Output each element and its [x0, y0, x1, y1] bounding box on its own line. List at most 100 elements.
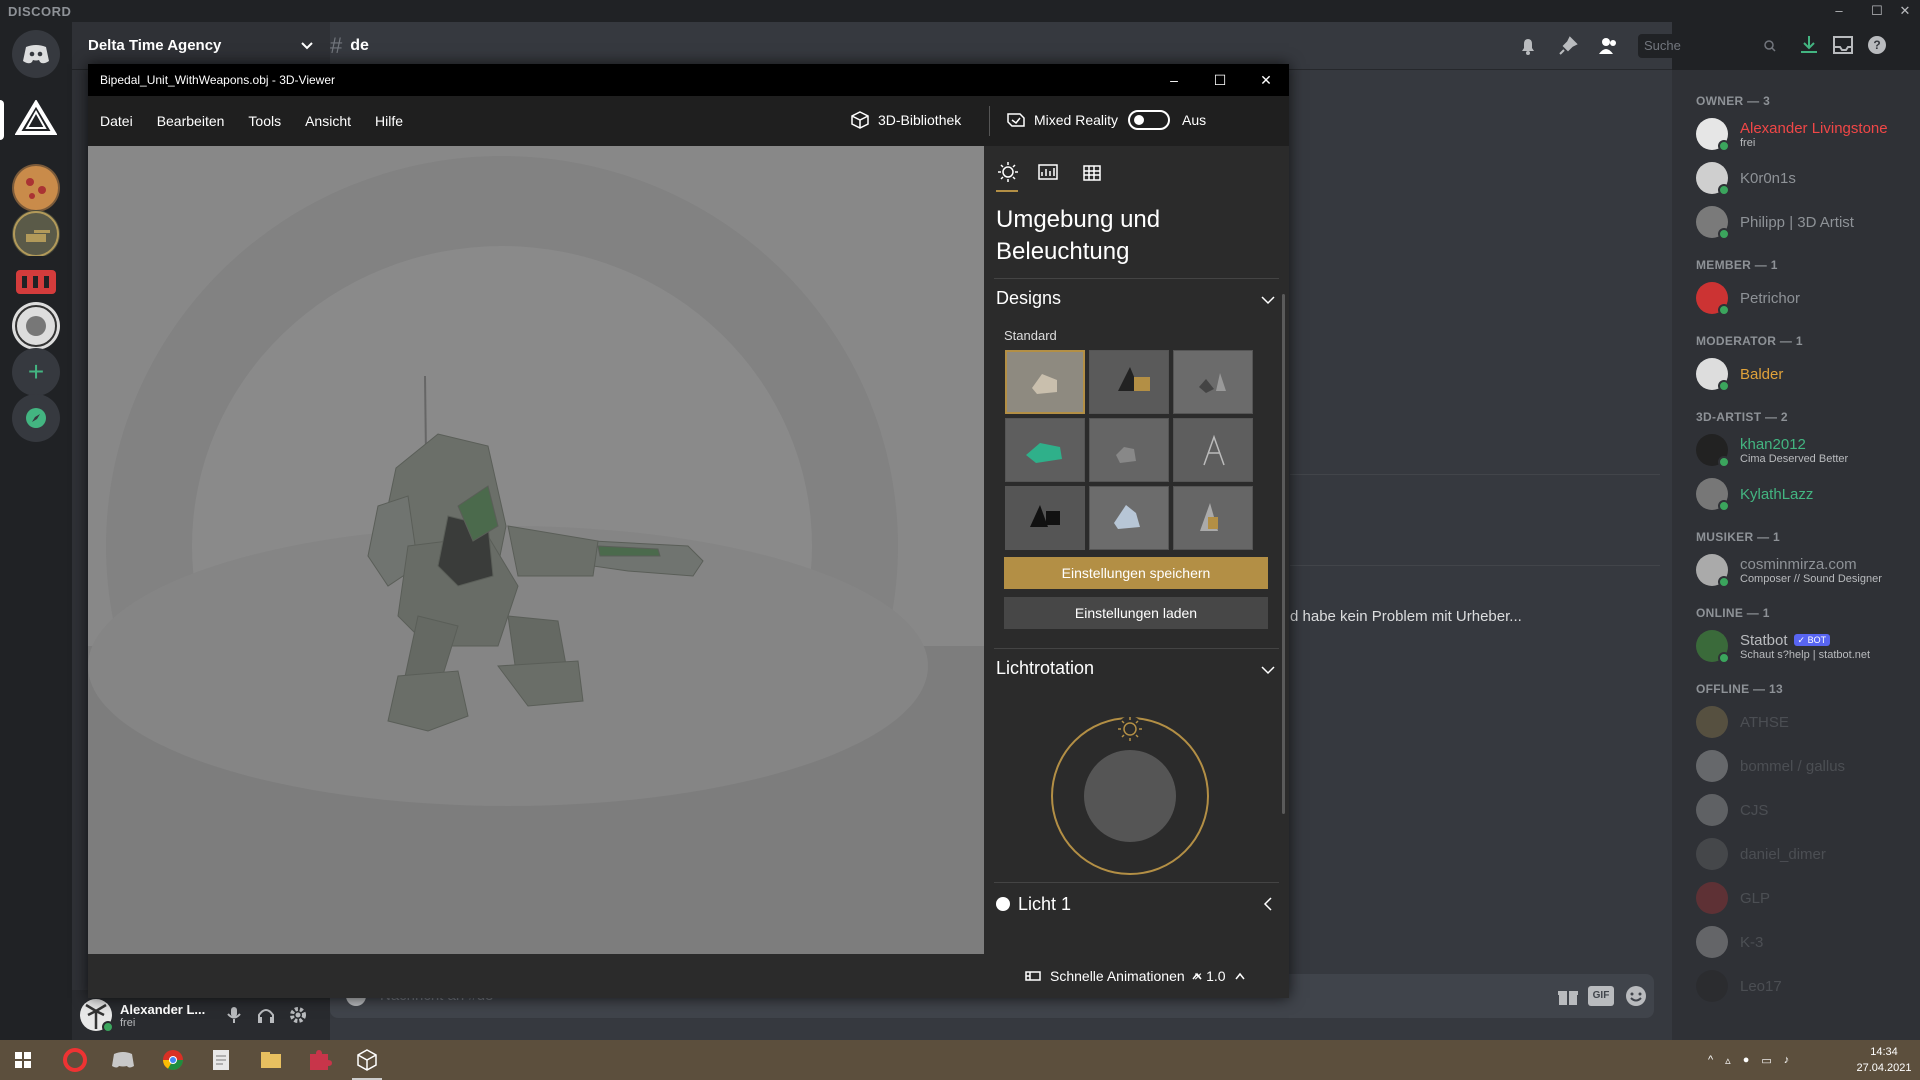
server-tank[interactable] [12, 210, 60, 258]
clock[interactable]: 14:34 27.04.2021 [1854, 1044, 1914, 1076]
light-rotation-section-header[interactable]: Lichtrotation [996, 658, 1276, 686]
home-button[interactable] [12, 30, 60, 78]
menu-datei[interactable]: Datei [100, 113, 133, 129]
tray-delta-icon[interactable]: ▵ [1725, 1054, 1731, 1070]
status-dot [102, 1021, 114, 1033]
discord-taskbar-icon[interactable] [108, 1045, 138, 1075]
opera-icon[interactable] [60, 1045, 90, 1075]
save-settings-button[interactable]: Einstellungen speichern [1004, 557, 1268, 589]
viewer-minimize-icon[interactable]: – [1151, 64, 1197, 96]
design-thumb-3[interactable] [1173, 350, 1253, 414]
settings-gear-icon[interactable] [288, 1005, 308, 1025]
tray-chevron-up-icon[interactable]: ^ [1708, 1054, 1713, 1070]
3d-viewer-taskbar-icon[interactable] [352, 1045, 382, 1075]
tab-grid[interactable] [1080, 160, 1104, 184]
server-delta-time-agency[interactable] [12, 94, 60, 142]
member-item[interactable]: KylathLazz [1696, 472, 1920, 516]
design-thumb-6[interactable] [1173, 418, 1253, 482]
windows-start-icon[interactable] [8, 1045, 38, 1075]
help-icon[interactable]: ? [1866, 34, 1888, 56]
download-icon[interactable] [1798, 34, 1820, 56]
avatar [1696, 970, 1728, 1002]
member-item[interactable]: Leo17 [1696, 964, 1920, 1008]
bell-icon[interactable] [1518, 36, 1538, 56]
light-1-row[interactable]: Licht 1 [996, 890, 1276, 918]
light-color-swatch[interactable] [996, 897, 1010, 911]
design-thumb-8[interactable] [1089, 486, 1169, 550]
tray-volume-icon[interactable]: ♪ [1784, 1054, 1790, 1070]
menu-bearbeiten[interactable]: Bearbeiten [157, 113, 225, 129]
light-rotation-dial[interactable] [1050, 706, 1210, 876]
avatar[interactable] [80, 999, 114, 1033]
library-button[interactable]: 3D-Bibliothek [850, 110, 961, 130]
sun-icon [998, 162, 1018, 182]
minimize-icon[interactable]: – [1828, 0, 1850, 22]
design-thumb-2[interactable] [1089, 350, 1169, 414]
menu-tools[interactable]: Tools [248, 113, 281, 129]
viewer-close-icon[interactable]: ✕ [1243, 64, 1289, 96]
member-item[interactable]: K0r0n1s [1696, 156, 1920, 200]
menu-hilfe[interactable]: Hilfe [375, 113, 403, 129]
design-thumb-4[interactable] [1005, 418, 1085, 482]
member-name: cosminmirza.com [1740, 555, 1857, 573]
member-item[interactable]: GLP [1696, 876, 1920, 920]
member-item[interactable]: bommel / gallus [1696, 744, 1920, 788]
quick-animations-button[interactable]: Schnelle Animationen [1024, 968, 1203, 984]
member-item[interactable]: Philipp | 3D Artist [1696, 200, 1920, 244]
chrome-icon[interactable] [158, 1045, 188, 1075]
member-name: Leo17 [1740, 977, 1782, 995]
explore-button[interactable] [12, 394, 60, 442]
gift-icon[interactable] [1556, 984, 1580, 1008]
member-item[interactable]: CJS [1696, 788, 1920, 832]
member-activity: Schaut s?help | statbot.net [1740, 648, 1871, 661]
quick-animations-label: Schnelle Animationen [1050, 968, 1185, 984]
server-header[interactable]: Delta Time Agency [72, 22, 330, 70]
toggle-knob [1134, 115, 1145, 125]
server-pizza[interactable] [12, 164, 60, 212]
design-thumb-5[interactable] [1089, 418, 1169, 482]
pin-icon[interactable] [1558, 36, 1578, 56]
speed-button[interactable]: × 1.0 [1194, 968, 1246, 984]
viewer-maximize-icon[interactable]: ☐ [1197, 64, 1243, 96]
tab-lighting[interactable] [996, 160, 1020, 184]
server-crest[interactable] [12, 302, 60, 350]
member-item[interactable]: Balder [1696, 352, 1920, 396]
member-item[interactable]: khan2012 Cima Deserved Better [1696, 428, 1920, 472]
emoji-icon[interactable] [1624, 984, 1648, 1008]
member-list-icon[interactable] [1598, 36, 1620, 56]
gif-icon[interactable]: GIF [1588, 986, 1614, 1006]
maximize-icon[interactable]: ☐ [1866, 0, 1888, 22]
member-item[interactable]: cosminmirza.com Composer // Sound Designe… [1696, 548, 1920, 592]
search-input[interactable]: Suche [1638, 34, 1782, 58]
member-item[interactable]: Alexander Livingstone frei [1696, 112, 1920, 156]
member-item[interactable]: K-3 [1696, 920, 1920, 964]
panel-heading: Umgebung und Beleuchtung [996, 204, 1160, 268]
design-thumb-9[interactable] [1173, 486, 1253, 550]
headphones-icon[interactable] [256, 1005, 276, 1025]
microphone-icon[interactable] [224, 1005, 244, 1025]
member-item[interactable]: Statbot ✓ BOT Schaut s?help | statbot.net [1696, 624, 1920, 668]
menu-ansicht[interactable]: Ansicht [305, 113, 351, 129]
inbox-icon[interactable] [1832, 34, 1854, 56]
member-item[interactable]: ATHSE [1696, 700, 1920, 744]
member-item[interactable]: daniel_dimer [1696, 832, 1920, 876]
close-icon[interactable]: ✕ [1894, 0, 1916, 22]
tab-statistics[interactable] [1036, 160, 1060, 184]
panel-scrollbar[interactable] [1282, 294, 1285, 814]
file-explorer-icon[interactable] [256, 1045, 286, 1075]
mixed-reality-toggle[interactable] [1128, 110, 1171, 130]
3d-viewport[interactable] [88, 146, 984, 954]
notepad-icon[interactable] [206, 1045, 236, 1075]
member-item[interactable]: Petrichor [1696, 276, 1920, 320]
tray-discord-icon[interactable]: ● [1743, 1054, 1750, 1070]
server-red[interactable] [12, 256, 60, 304]
design-thumb-1[interactable] [1005, 350, 1085, 414]
light-rotation-label: Lichtrotation [996, 658, 1095, 678]
designs-section-header[interactable]: Designs [996, 288, 1276, 316]
load-settings-button[interactable]: Einstellungen laden [1004, 597, 1268, 629]
add-server-button[interactable]: + [12, 348, 60, 396]
tray-network-icon[interactable]: ▭ [1761, 1054, 1771, 1070]
robot-scene [88, 156, 984, 954]
design-thumb-7[interactable] [1005, 486, 1085, 550]
puzzle-app-icon[interactable] [304, 1045, 334, 1075]
